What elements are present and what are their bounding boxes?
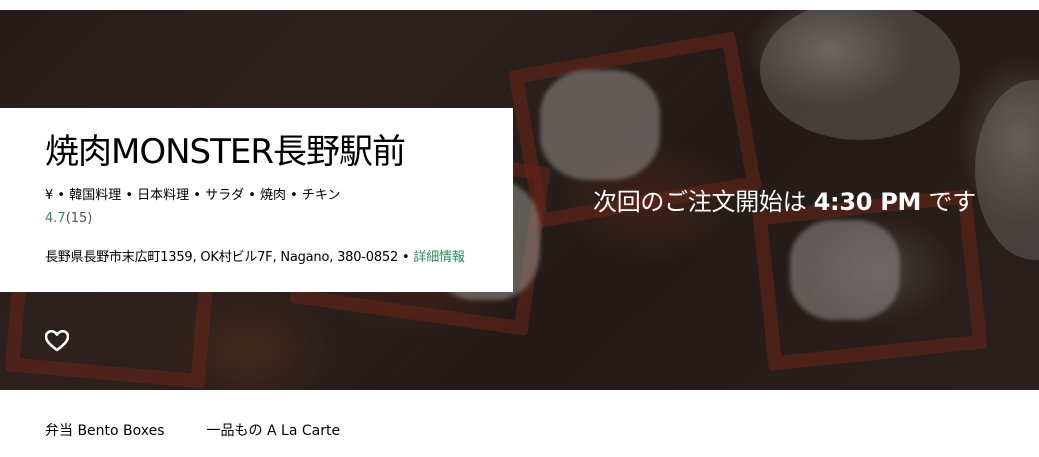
schedule-suffix: です xyxy=(921,188,976,216)
store-rating: 4.7(15) xyxy=(45,211,513,226)
schedule-time: 4:30 PM xyxy=(813,188,922,216)
heart-outline-icon xyxy=(45,330,69,352)
store-info-card: 焼肉MONSTER長野駅前 ¥ • 韓国料理 • 日本料理 • サラダ • 焼肉… xyxy=(0,108,513,292)
menu-category-tabs: 弁当 Bento Boxes 一品もの A La Carte xyxy=(45,420,340,440)
store-address: 長野県長野市末広町1359, OK村ビル7F, Nagano, 380-0852… xyxy=(45,246,513,265)
address-text: 長野県長野市末広町1359, OK村ビル7F, Nagano, 380-0852… xyxy=(45,250,414,265)
schedule-prefix: 次回のご注文開始は xyxy=(593,188,814,216)
favorite-button[interactable] xyxy=(42,326,72,356)
store-categories: ¥ • 韓国料理 • 日本料理 • サラダ • 焼肉 • チキン xyxy=(45,188,341,203)
details-link[interactable]: 詳細情報 xyxy=(413,250,464,265)
tab-a-la-carte[interactable]: 一品もの A La Carte xyxy=(207,420,341,440)
next-order-notice: 次回のご注文開始は 4:30 PM です xyxy=(593,182,976,217)
rating-count: (15) xyxy=(65,211,93,226)
rating-score: 4.7 xyxy=(45,211,66,226)
tab-bento-boxes[interactable]: 弁当 Bento Boxes xyxy=(45,420,165,440)
store-title: 焼肉MONSTER長野駅前 xyxy=(45,132,406,172)
